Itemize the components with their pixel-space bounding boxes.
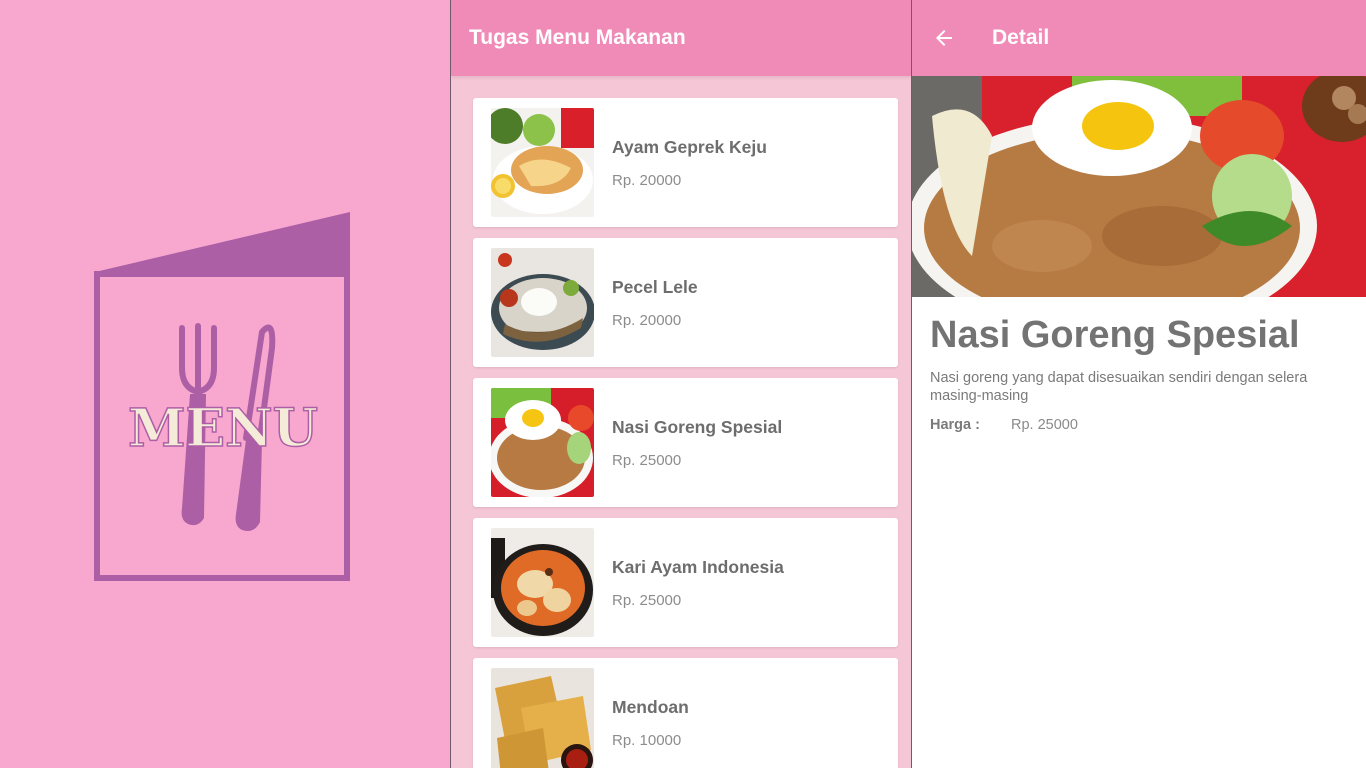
menu-item-name: Nasi Goreng Spesial [612, 416, 783, 437]
nasi-goreng-spesial-image [491, 388, 594, 497]
menu-list-screen: Tugas Menu Makanan Ayam Geprek Keju Rp. … [451, 0, 911, 768]
price-label: Harga : [930, 417, 980, 433]
logo-text: MENU [128, 398, 318, 459]
menu-item-name: Mendoan [612, 696, 689, 717]
arrow-left-icon[interactable] [932, 26, 956, 50]
menu-item-price: Rp. 10000 [612, 731, 682, 749]
detail-price-row: Harga : Rp. 25000 [930, 417, 1348, 433]
menu-item-price: Rp. 20000 [612, 311, 682, 329]
detail-food-description: Nasi goreng yang dapat disesuaikan sendi… [930, 370, 1308, 404]
menu-item-price: Rp. 25000 [612, 591, 682, 609]
ayam-geprek-keju-image [491, 108, 594, 217]
detail-app-bar: Detail [912, 0, 1366, 76]
menu-item-kari-ayam-indonesia[interactable]: Kari Ayam Indonesia Rp. 25000 [473, 518, 898, 647]
nasi-goreng-spesial-hero-image [912, 76, 1366, 297]
menu-item-name: Pecel Lele [612, 276, 698, 297]
menu-item-price: Rp. 20000 [612, 171, 682, 189]
list-app-bar: Tugas Menu Makanan [451, 0, 911, 76]
detail-screen: Detail Nasi Goreng Spesial Nasi goreng y… [912, 0, 1366, 768]
menu-item-name: Kari Ayam Indonesia [612, 556, 784, 577]
price-value: Rp. 25000 [1011, 417, 1078, 433]
splash-screen: MENU [0, 0, 450, 768]
list-app-title: Tugas Menu Makanan [469, 26, 686, 49]
kari-ayam-indonesia-image [491, 528, 594, 637]
menu-item-nasi-goreng-spesial[interactable]: Nasi Goreng Spesial Rp. 25000 [473, 378, 898, 507]
detail-app-title: Detail [992, 26, 1050, 49]
menu-item-ayam-geprek-keju[interactable]: Ayam Geprek Keju Rp. 20000 [473, 98, 898, 227]
menu-item-mendoan[interactable]: Mendoan Rp. 10000 [473, 658, 898, 768]
detail-food-name: Nasi Goreng Spesial [930, 314, 1300, 356]
menu-item-price: Rp. 25000 [612, 451, 682, 469]
menu-item-pecel-lele[interactable]: Pecel Lele Rp. 20000 [473, 238, 898, 367]
menu-list[interactable]: Ayam Geprek Keju Rp. 20000 Pecel Lele Rp… [473, 98, 898, 768]
menu-item-name: Ayam Geprek Keju [612, 136, 767, 157]
mendoan-image [491, 668, 594, 768]
pecel-lele-image [491, 248, 594, 357]
menu-book-logo: MENU [94, 212, 350, 581]
